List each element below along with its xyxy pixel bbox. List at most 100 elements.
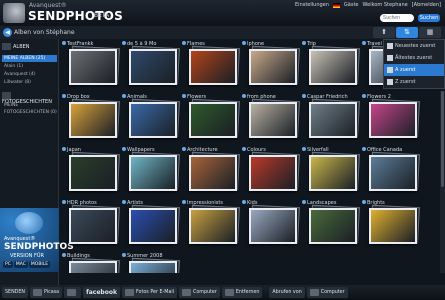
album-tile[interactable]: Japan [62, 147, 124, 197]
import-computer-button[interactable]: Computer [306, 287, 348, 298]
album-tile[interactable]: Iphone [242, 41, 304, 91]
service-button[interactable] [64, 287, 82, 298]
album-tile[interactable]: Trip [302, 41, 364, 91]
sort-newest[interactable]: Neuestes zuerst [384, 40, 444, 52]
album-thumbnail[interactable] [249, 208, 297, 244]
album-tile[interactable]: Buildings [62, 253, 124, 273]
export-computer-button[interactable]: Computer [179, 287, 220, 298]
album-tile[interactable]: de 5 à 9 Mo [122, 41, 184, 91]
album-thumbnail[interactable] [189, 208, 237, 244]
album-thumbnail[interactable] [129, 102, 177, 138]
album-thumbnail[interactable] [309, 208, 357, 244]
album-thumbnail[interactable] [129, 155, 177, 191]
album-thumbnail[interactable] [249, 49, 297, 85]
album-thumbnail[interactable] [309, 155, 357, 191]
album-icon [362, 41, 366, 45]
album-tile[interactable]: Architecture [182, 147, 244, 197]
guests-link[interactable]: Gäste [344, 2, 359, 8]
album-tile[interactable]: Brights [362, 200, 424, 250]
album-icon [242, 41, 246, 45]
album-thumbnail[interactable] [69, 49, 117, 85]
computer-icon [309, 289, 319, 296]
album-tile[interactable]: Landscapes [302, 200, 364, 250]
search-input[interactable] [380, 14, 414, 22]
platform-mobile[interactable]: MOBILE [28, 261, 51, 268]
scrollbar[interactable] [440, 91, 445, 273]
sort-option-icon [387, 55, 393, 61]
album-thumbnail[interactable] [129, 49, 177, 85]
email-icon [124, 289, 134, 296]
album-icon [302, 200, 306, 204]
flag-de-icon[interactable] [332, 2, 340, 8]
search-button[interactable]: Suchen [418, 14, 440, 22]
import-label: Abrufen von [269, 287, 305, 298]
album-thumbnail[interactable] [69, 261, 117, 273]
album-tile[interactable]: from phone [242, 94, 304, 144]
album-thumbnail[interactable] [189, 102, 237, 138]
album-thumbnail[interactable] [189, 49, 237, 85]
album-thumbnail[interactable] [309, 49, 357, 85]
album-thumbnail[interactable] [189, 155, 237, 191]
albums-icon [2, 43, 11, 50]
sidebar-item-avanquest[interactable]: Avanquest (4) [2, 71, 57, 78]
album-tile[interactable]: Colours [242, 147, 304, 197]
sort-icon[interactable]: ⇅ [396, 27, 418, 38]
album-thumbnail[interactable] [309, 102, 357, 138]
footer-bar: SENDEN Picasa facebook Fotos Per E-Mail … [0, 285, 445, 300]
album-tile[interactable]: Flames [182, 41, 244, 91]
logo-icon [3, 3, 25, 23]
sidebar-item-lillwater[interactable]: Lillwater (8) [2, 79, 57, 86]
sort-oldest[interactable]: Ältestes zuerst [384, 52, 444, 64]
logout-link[interactable]: [Abmelden] [412, 2, 441, 8]
platform-pc[interactable]: PC [3, 261, 13, 268]
album-thumbnail[interactable] [369, 155, 417, 191]
sidebar-item-alain[interactable]: Alain (1) [2, 63, 57, 70]
album-thumbnail[interactable] [69, 155, 117, 191]
album-thumbnail[interactable] [369, 102, 417, 138]
album-tile[interactable]: Silverfall [302, 147, 364, 197]
album-icon [182, 147, 186, 151]
brand-company: Avanquest® [29, 2, 67, 9]
sort-a-first[interactable]: A zuerst [384, 64, 444, 76]
album-thumbnail[interactable] [69, 102, 117, 138]
album-tile[interactable]: Drop box [62, 94, 124, 144]
album-icon [362, 200, 366, 204]
sort-z-first[interactable]: Z zuerst [384, 76, 444, 88]
settings-link[interactable]: Einstellungen [295, 2, 329, 8]
sort-menu: Neuestes zuerst Ältestes zuerst A zuerst… [383, 39, 445, 89]
album-thumbnail[interactable] [129, 261, 177, 273]
grid-icon[interactable]: ▦ [419, 27, 441, 38]
picasa-button[interactable]: Picasa [29, 287, 63, 298]
album-icon [242, 147, 246, 151]
album-thumbnail[interactable] [69, 208, 117, 244]
email-button[interactable]: Fotos Per E-Mail [121, 287, 177, 298]
arrow-left-icon[interactable]: ◀ [3, 28, 12, 37]
album-thumbnail[interactable] [129, 208, 177, 244]
album-thumbnail[interactable] [249, 102, 297, 138]
remove-button[interactable]: Entfernen [221, 287, 263, 298]
welcome-text: Welkom Stephane [362, 2, 408, 8]
sort-option-icon [387, 79, 393, 85]
album-thumbnail[interactable] [369, 208, 417, 244]
album-tile[interactable]: Summer 2008 [122, 253, 184, 273]
scrollbar-thumb[interactable] [441, 91, 444, 187]
album-tile[interactable]: Impressionists [182, 200, 244, 250]
sidebar-item-my-albums[interactable]: MEINE ALBEN (25) [2, 55, 57, 62]
upload-icon[interactable]: ⬆ [373, 27, 395, 38]
album-thumbnail[interactable] [249, 155, 297, 191]
facebook-button[interactable]: facebook [83, 287, 120, 298]
platform-mac[interactable]: MAC [13, 261, 28, 268]
album-tile[interactable]: Flowers 2 [362, 94, 424, 144]
sidebar-item-my-stories[interactable]: MEINE FOTOGESCHICHTEN (0) [2, 102, 57, 115]
album-tile[interactable]: Flowers [182, 94, 244, 144]
breadcrumb: Alben von Stéphane [14, 29, 75, 36]
album-tile[interactable]: TestFrankk [62, 41, 124, 91]
promo-banner[interactable]: Avanquest® SENDPHOTOS VERSION FÜR PC MAC… [0, 208, 74, 272]
album-tile[interactable]: Animals [122, 94, 184, 144]
album-tile[interactable]: Wallpapers [122, 147, 184, 197]
album-tile[interactable]: Artists [122, 200, 184, 250]
album-tile[interactable]: Office Canada [362, 147, 424, 197]
album-tile[interactable]: Kids [242, 200, 304, 250]
album-tile[interactable]: HDR photos [62, 200, 124, 250]
album-tile[interactable]: Caspar Friedrich [302, 94, 364, 144]
